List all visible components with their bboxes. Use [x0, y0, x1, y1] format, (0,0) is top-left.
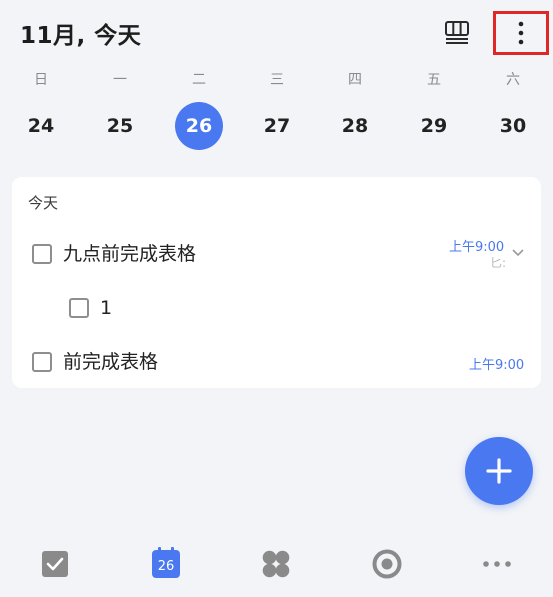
- subtask-title: 1: [100, 297, 113, 319]
- focus-icon: [372, 549, 402, 579]
- date-number-selected: 26: [175, 102, 223, 150]
- date-number: 28: [341, 115, 369, 137]
- date-number: 30: [499, 115, 527, 137]
- nav-more[interactable]: [472, 544, 522, 584]
- layout-button[interactable]: [440, 16, 474, 48]
- weekday-label: 日: [34, 72, 48, 88]
- subtask-checkbox[interactable]: [69, 298, 89, 318]
- task-due-time: 上午9:00: [469, 358, 525, 373]
- weekday-label: 六: [506, 72, 520, 88]
- task-item[interactable]: 九点前完成表格 上午9:00 匕:: [12, 234, 541, 274]
- header: 11月, 今天: [0, 0, 553, 62]
- section-title-today: 今天: [28, 194, 59, 212]
- nav-matrix[interactable]: [251, 544, 301, 584]
- day-thu[interactable]: 四 28: [325, 68, 385, 150]
- task-title: 前完成表格: [63, 351, 159, 373]
- date-number: 27: [263, 115, 291, 137]
- layout-icon: [445, 21, 469, 44]
- date-number: 29: [420, 115, 448, 137]
- date-number: 25: [106, 115, 134, 137]
- task-list-card: 今天 九点前完成表格 上午9:00 匕: 1 前完成表格 上午9:00: [12, 177, 541, 388]
- plus-icon: [486, 458, 512, 484]
- weekday-label: 一: [113, 72, 127, 88]
- day-wed[interactable]: 三 27: [247, 68, 307, 150]
- task-title: 九点前完成表格: [63, 243, 197, 265]
- four-leaf-icon: [262, 550, 290, 578]
- day-fri[interactable]: 五 29: [404, 68, 464, 150]
- more-options-button[interactable]: [493, 11, 549, 55]
- page-title[interactable]: 11月, 今天: [20, 16, 141, 50]
- task-checkbox[interactable]: [32, 352, 52, 372]
- week-strip: 日 24 一 25 二 26 三 27 四 28 五 29 六 30: [0, 68, 553, 158]
- add-task-button[interactable]: [465, 437, 533, 505]
- day-sat[interactable]: 六 30: [483, 68, 543, 150]
- day-mon[interactable]: 一 25: [90, 68, 150, 150]
- day-sun[interactable]: 日 24: [11, 68, 71, 150]
- weekday-label: 五: [427, 72, 441, 88]
- checkbox-icon: [42, 551, 68, 577]
- day-tue[interactable]: 二 26: [169, 68, 229, 150]
- weekday-label: 二: [192, 72, 206, 88]
- date-number: 24: [27, 115, 55, 137]
- task-hint: 匕:: [490, 256, 507, 270]
- nav-focus[interactable]: [362, 544, 412, 584]
- task-item[interactable]: 前完成表格 上午9:00: [12, 342, 541, 382]
- subtask-item[interactable]: 1: [12, 288, 541, 328]
- task-due-time: 上午9:00: [449, 240, 505, 255]
- more-horizontal-icon: [483, 561, 511, 567]
- chevron-down-icon: [512, 249, 524, 257]
- weekday-label: 三: [270, 72, 284, 88]
- weekday-label: 四: [348, 72, 362, 88]
- nav-calendar[interactable]: 26: [141, 544, 191, 584]
- bottom-navigation: 26: [0, 530, 553, 597]
- more-vertical-icon: [518, 21, 524, 45]
- nav-tasks[interactable]: [30, 544, 80, 584]
- calendar-icon: 26: [152, 547, 180, 578]
- task-checkbox[interactable]: [32, 244, 52, 264]
- calendar-icon-date: 26: [157, 559, 175, 574]
- expand-subtasks-button[interactable]: [509, 244, 527, 262]
